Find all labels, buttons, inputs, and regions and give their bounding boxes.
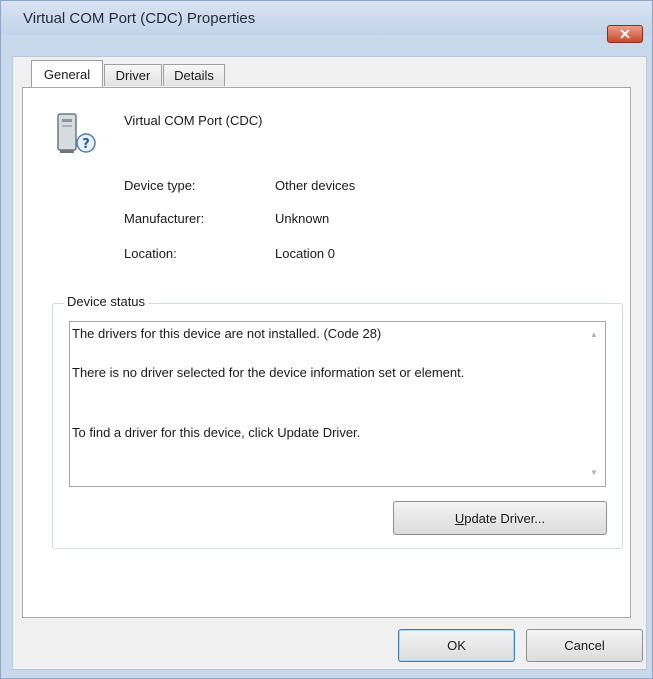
dialog-window: Virtual COM Port (CDC) Properties ✕ Gene… xyxy=(0,0,653,679)
location-label: Location: xyxy=(124,246,177,261)
tab-label: Driver xyxy=(115,68,151,83)
device-name: Virtual COM Port (CDC) xyxy=(124,113,263,128)
close-icon: ✕ xyxy=(619,25,631,42)
cancel-button[interactable]: Cancel xyxy=(526,629,643,662)
tab-label: Details xyxy=(174,68,214,83)
cancel-label: Cancel xyxy=(564,638,605,653)
location-value: Location 0 xyxy=(275,246,335,261)
status-line: The drivers for this device are not inst… xyxy=(72,326,382,341)
status-line: There is no driver selected for the devi… xyxy=(72,365,465,380)
tab-driver[interactable]: Driver xyxy=(104,64,162,86)
window-title: Virtual COM Port (CDC) Properties xyxy=(23,10,256,27)
scroll-up-arrow-icon[interactable]: ▲ xyxy=(590,330,598,339)
close-button[interactable]: ✕ xyxy=(607,25,643,43)
scroll-down-arrow-icon[interactable]: ▼ xyxy=(590,468,598,477)
manufacturer-label: Manufacturer: xyxy=(124,211,205,226)
svg-text:?: ? xyxy=(82,137,90,152)
manufacturer-value: Unknown xyxy=(275,211,330,226)
update-driver-label: pdate Driver... xyxy=(464,510,546,526)
device-type-value: Other devices xyxy=(275,178,356,193)
tab-general[interactable]: General xyxy=(31,60,103,87)
device-status-title: Device status xyxy=(64,294,149,309)
device-type-label: Device type: xyxy=(124,178,196,193)
tab-label: General xyxy=(43,66,91,82)
update-driver-button[interactable]: Update Driver... xyxy=(393,501,607,535)
ok-label: OK xyxy=(447,638,466,653)
device-status-textbox[interactable]: The drivers for this device are not inst… xyxy=(69,321,606,487)
device-unknown-icon: ? xyxy=(57,113,96,153)
title-bar[interactable]: Virtual COM Port (CDC) Properties xyxy=(1,1,652,35)
status-line: To find a driver for this device, click … xyxy=(72,425,361,440)
update-driver-mnemonic: U xyxy=(454,510,465,526)
ok-button[interactable]: OK xyxy=(398,629,515,662)
tab-details[interactable]: Details xyxy=(163,64,225,86)
